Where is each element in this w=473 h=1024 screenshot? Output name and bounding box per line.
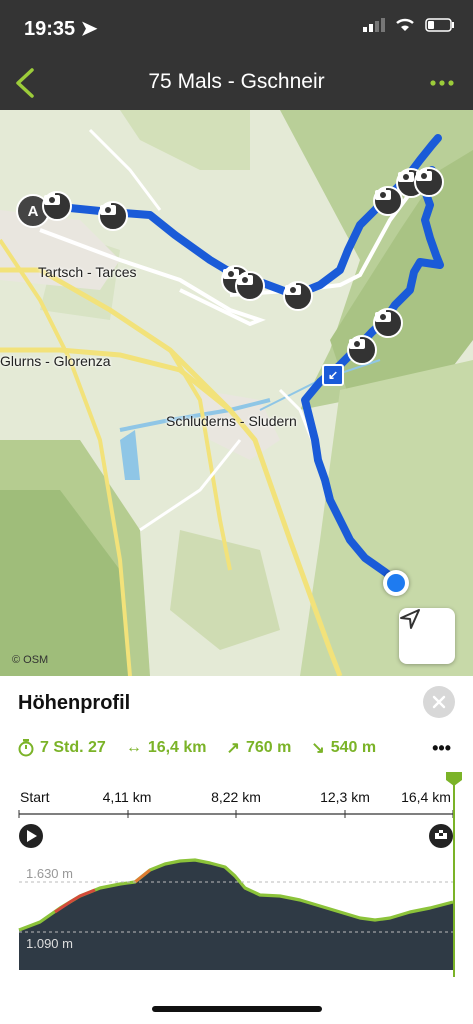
status-icons	[363, 18, 455, 32]
ascent-icon: ↗	[226, 740, 240, 757]
more-button[interactable]	[427, 70, 457, 96]
place-label-glurns: Glurns - Glorenza	[0, 353, 111, 369]
distance-icon: ↔	[125, 739, 142, 756]
stats-more-button[interactable]: •••	[432, 738, 451, 759]
location-arrow-icon: ➤	[80, 18, 98, 40]
panel-title: Höhenprofil	[18, 692, 131, 714]
camera-icon	[416, 169, 432, 181]
camera-icon	[375, 188, 391, 200]
camera-icon	[375, 310, 391, 322]
photo-marker[interactable]	[347, 335, 377, 365]
wifi-icon	[396, 18, 414, 31]
camera-icon	[349, 337, 365, 349]
stopwatch-icon	[18, 739, 34, 757]
profile-position-handle[interactable]	[446, 772, 462, 786]
nav-bar: 75 Mals - Gschneir	[0, 56, 473, 110]
elevation-profile[interactable]: Start 4,11 km 8,22 km 12,3 km 16,4 km 1.…	[0, 772, 473, 992]
map-attribution: © OSM	[12, 654, 49, 666]
locate-me-button[interactable]	[399, 608, 455, 664]
camera-icon	[285, 283, 301, 295]
close-icon	[432, 695, 446, 709]
photo-marker[interactable]	[414, 167, 444, 197]
profile-finish-marker	[429, 824, 453, 848]
camera-icon	[237, 273, 253, 285]
descent-value: 540 m	[330, 739, 377, 756]
more-dots-icon	[430, 80, 454, 86]
photo-marker[interactable]	[283, 281, 313, 311]
status-time: 19:35 ➤	[24, 18, 98, 40]
place-label-schluderns: Schluderns - Sludern	[166, 413, 297, 429]
elevation-panel: Höhenprofil 7 Std. 27 ↔ 16,4 km ↗ 760 m …	[0, 676, 473, 1024]
close-button[interactable]	[423, 686, 455, 718]
stat-duration: 7 Std. 27	[18, 739, 106, 757]
status-bar: 19:35 ➤	[0, 0, 473, 56]
photo-marker[interactable]	[373, 308, 403, 338]
axis-tick-3: 12,3 km	[320, 789, 370, 805]
place-label-tartsch: Tartsch - Tarces	[38, 264, 137, 280]
duration-value: 7 Std. 27	[40, 739, 106, 756]
stat-ascent: ↗ 760 m	[227, 738, 292, 758]
distance-value: 16,4 km	[147, 739, 207, 756]
tour-stats: 7 Std. 27 ↔ 16,4 km ↗ 760 m ↘ 540 m	[18, 738, 376, 758]
map-view[interactable]: Tartsch - Tarces Glurns - Glorenza Schlu…	[0, 110, 473, 676]
axis-tick-4: 16,4 km	[401, 789, 451, 805]
page-title: 75 Mals - Gschneir	[148, 70, 325, 93]
photo-marker[interactable]	[235, 271, 265, 301]
axis-tick-1: 4,11 km	[103, 789, 152, 805]
photo-marker[interactable]	[98, 201, 128, 231]
camera-icon	[44, 193, 60, 205]
current-location-dot	[383, 570, 409, 596]
y-label-low: 1.090 m	[26, 936, 73, 951]
home-indicator	[152, 1006, 322, 1012]
direction-arrow-icon: ↙	[322, 364, 344, 386]
axis-tick-start: Start	[20, 789, 50, 805]
camera-icon	[100, 203, 116, 215]
profile-start-marker	[19, 824, 43, 848]
y-label-high: 1.630 m	[26, 866, 73, 881]
camera-icon	[398, 170, 414, 182]
axis-tick-2: 8,22 km	[211, 789, 261, 805]
navigation-arrow-icon	[400, 609, 420, 629]
stat-distance: ↔ 16,4 km	[126, 739, 207, 757]
stat-descent: ↘ 540 m	[311, 738, 376, 758]
battery-icon	[425, 18, 454, 32]
signal-icon	[363, 18, 385, 32]
ascent-value: 760 m	[245, 739, 292, 756]
descent-icon: ↘	[311, 740, 325, 757]
photo-marker[interactable]	[42, 191, 72, 221]
